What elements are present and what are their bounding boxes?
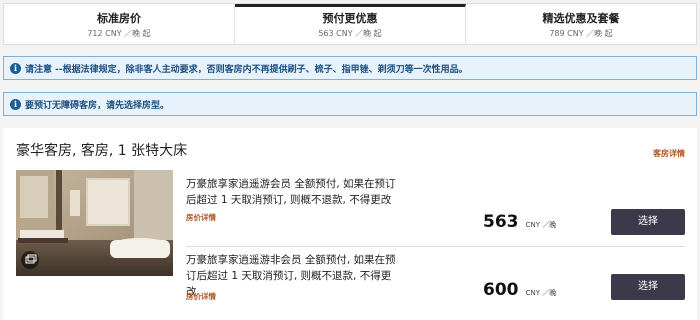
rate-price: 563 CNY ／晚 — [483, 212, 556, 232]
rate-details-link[interactable]: 房价详情 — [186, 291, 216, 302]
rate-description: 万豪旅享家逍遥游会员 全额预付, 如果在预订后超过 1 天取消预订, 则概不退款… — [186, 178, 396, 206]
rate-description: 万豪旅享家逍遥游非会员 全额预付, 如果在预订后超过 1 天取消预订, 则概不退… — [186, 254, 396, 298]
price-unit: CNY ／晚 — [525, 289, 557, 297]
tab-title: 预付更优惠 — [322, 12, 378, 25]
rate-details-link[interactable]: 房价详情 — [186, 212, 216, 223]
amenities-notice: i 请注意 --根据法律规定，除非客人主动要求，否则客房内不再提供刷子、梳子、指… — [3, 56, 697, 80]
room-details-link[interactable]: 客房详情 — [653, 148, 685, 159]
price-amount: 600 — [483, 280, 519, 300]
rate-tabs: 标准房价 712 CNY ／晚 起 预付更优惠 563 CNY ／晚 起 精选优… — [3, 3, 697, 45]
bathroom-image — [16, 170, 173, 276]
info-icon: i — [10, 62, 21, 74]
notice-text: 请注意 --根据法律规定，除非客人主动要求，否则客房内不再提供刷子、梳子、指甲锉… — [25, 64, 468, 75]
tab-price: 789 CNY ／晚 起 — [549, 29, 613, 38]
tab-title: 精选优惠及套餐 — [542, 12, 620, 25]
tab-packages[interactable]: 精选优惠及套餐 789 CNY ／晚 起 — [466, 4, 696, 44]
tab-price: 712 CNY ／晚 起 — [87, 29, 151, 38]
rate-row: 万豪旅享家逍遥游会员 全额预付, 如果在预订后超过 1 天取消预订, 则概不退款… — [186, 176, 685, 244]
room-photo[interactable] — [16, 170, 173, 276]
tab-title: 标准房价 — [97, 12, 141, 25]
select-button[interactable]: 选择 — [611, 209, 685, 235]
price-unit: CNY ／晚 — [525, 221, 557, 229]
accessible-room-notice: i 要预订无障碍客房，请先选择房型。 — [3, 92, 697, 116]
gallery-icon[interactable] — [21, 251, 39, 269]
info-icon: i — [10, 98, 21, 110]
select-button[interactable]: 选择 — [611, 274, 685, 300]
divider — [186, 246, 685, 247]
tab-price: 563 CNY ／晚 起 — [318, 29, 382, 38]
tab-prepay[interactable]: 预付更优惠 563 CNY ／晚 起 — [235, 4, 466, 44]
room-card: 豪华客房, 客房, 1 张特大床 客房详情 万豪旅享家逍遥游会员 全额预付, 如… — [3, 128, 697, 320]
rate-price: 600 CNY ／晚 — [483, 280, 556, 300]
notice-text: 要预订无障碍客房，请先选择房型。 — [25, 100, 170, 111]
room-title: 豪华客房, 客房, 1 张特大床 — [16, 143, 188, 159]
tab-standard-rates[interactable]: 标准房价 712 CNY ／晚 起 — [4, 4, 235, 44]
price-amount: 563 — [483, 212, 519, 232]
rate-row: 万豪旅享家逍遥游非会员 全额预付, 如果在预订后超过 1 天取消预订, 则概不退… — [186, 252, 685, 308]
